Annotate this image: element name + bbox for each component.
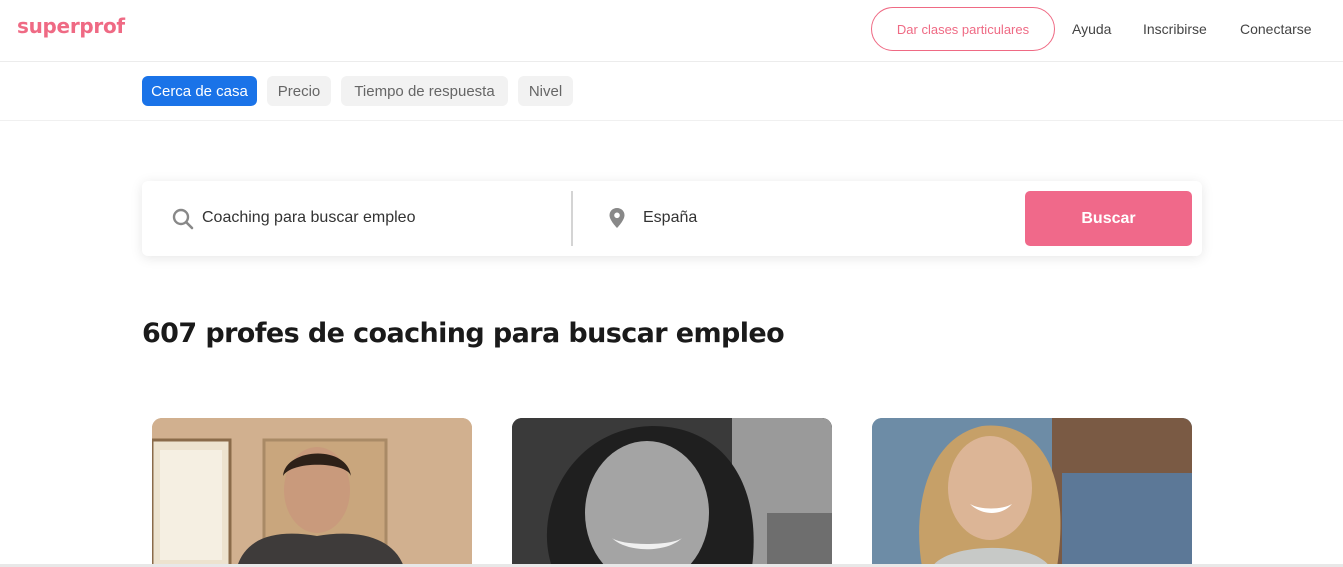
- tutor-photo: [152, 418, 472, 567]
- superprof-logo[interactable]: superprof: [17, 14, 125, 38]
- search-icon: [172, 208, 194, 230]
- filter-chip-near-home[interactable]: Cerca de casa: [142, 76, 257, 106]
- filter-chip-level[interactable]: Nivel: [518, 76, 573, 106]
- results-title: 607 profes de coaching para buscar emple…: [142, 318, 785, 349]
- filter-bar: Cerca de casa Precio Tiempo de respuesta…: [0, 62, 1343, 121]
- search-query-input[interactable]: Coaching para buscar empleo: [202, 209, 415, 227]
- help-link[interactable]: Ayuda: [1072, 21, 1111, 37]
- tutor-card-photo[interactable]: [152, 418, 472, 567]
- search-button[interactable]: Buscar: [1025, 191, 1192, 246]
- filter-chip-price[interactable]: Precio: [267, 76, 331, 106]
- search-divider: [571, 191, 573, 246]
- tutor-card-photo[interactable]: [512, 418, 832, 567]
- location-input[interactable]: España: [643, 209, 697, 227]
- tutor-photo: [872, 418, 1192, 567]
- login-link[interactable]: Conectarse: [1240, 21, 1312, 37]
- top-header: superprof Dar clases particulares Ayuda …: [0, 0, 1343, 62]
- filter-chip-response-time[interactable]: Tiempo de respuesta: [341, 76, 508, 106]
- search-box: Coaching para buscar empleo España Busca…: [142, 181, 1202, 256]
- location-pin-icon: [608, 207, 626, 229]
- signup-link[interactable]: Inscribirse: [1143, 21, 1207, 37]
- tutor-card-photo[interactable]: [872, 418, 1192, 567]
- give-classes-button[interactable]: Dar clases particulares: [871, 7, 1055, 51]
- tutor-photo: [512, 418, 832, 567]
